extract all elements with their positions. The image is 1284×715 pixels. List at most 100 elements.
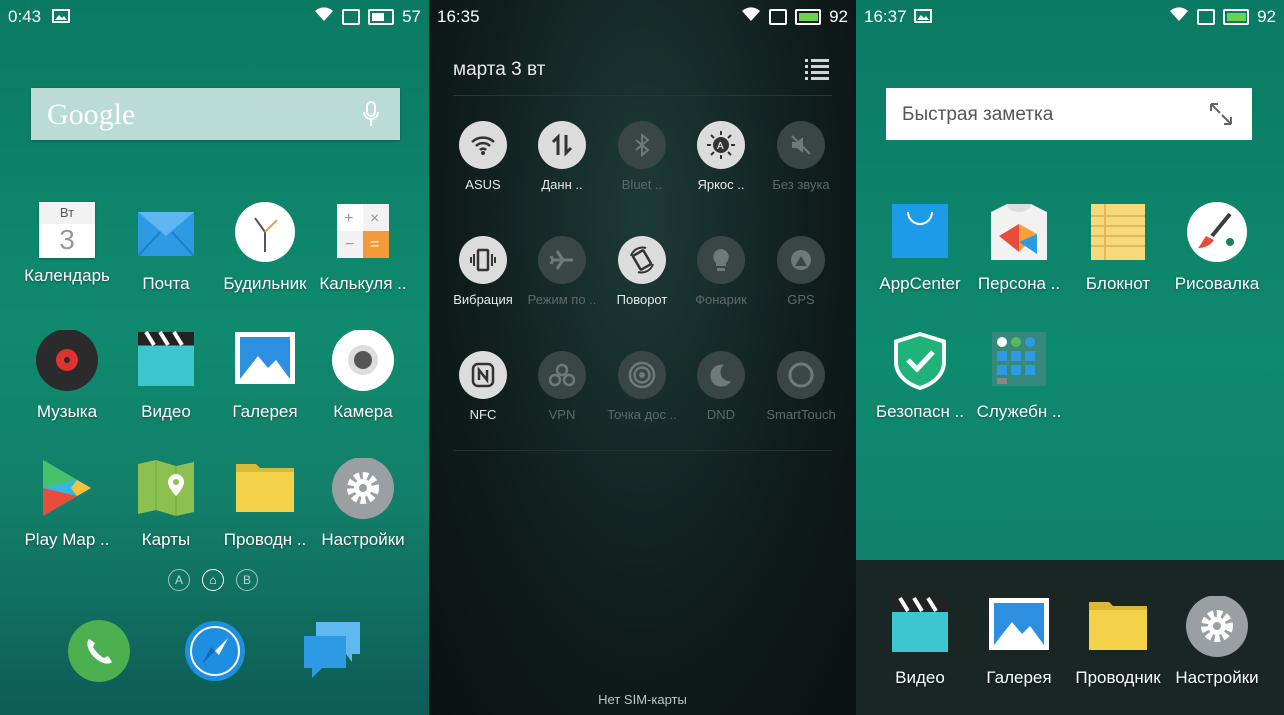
browser-compass-icon[interactable] — [184, 620, 246, 687]
app-security[interactable]: Безопасн .. — [870, 330, 970, 422]
play-store-icon — [35, 458, 99, 522]
app-camera[interactable]: Камера — [313, 329, 413, 422]
dock-gallery[interactable]: Галерея — [969, 596, 1069, 688]
app-maps[interactable]: Карты — [116, 458, 216, 550]
status-time: 0:43 — [8, 7, 42, 26]
shield-check-icon — [888, 330, 952, 394]
page-dot-a[interactable]: A — [168, 569, 190, 591]
paintbrush-icon — [1185, 202, 1249, 266]
wifi-icon — [741, 6, 761, 27]
app-alarm[interactable]: Будильник — [215, 202, 315, 294]
quick-note-placeholder: Быстрая заметка — [902, 104, 1054, 125]
toggle-vpn[interactable]: VPN — [522, 351, 602, 422]
battery-charging-icon — [795, 8, 822, 25]
app-label: Персона .. — [977, 274, 1061, 293]
quick-note-widget[interactable]: Быстрая заметка — [886, 88, 1252, 140]
app-drawing[interactable]: Рисовалка — [1167, 202, 1267, 294]
toggle-bluetooth[interactable]: Bluet .. — [602, 121, 682, 192]
app-notepad[interactable]: Блокнот — [1068, 202, 1168, 294]
app-label: Видео — [895, 668, 945, 687]
toggle-brightness[interactable]: A Яркос .. — [681, 121, 761, 192]
brightness-auto-icon: A — [697, 121, 745, 169]
toggle-silent[interactable]: Без звука — [761, 121, 841, 192]
app-calculator[interactable]: + × − = Калькуля .. — [313, 202, 413, 294]
app-play-market[interactable]: Play Map .. — [17, 458, 117, 550]
toggle-flashlight[interactable]: Фонарик — [681, 236, 761, 307]
app-utilities-folder[interactable]: Служебн .. — [969, 330, 1069, 422]
home-screen-page-2: 16:37 92 Быстрая заметка AppCenter Персо… — [856, 0, 1284, 715]
toggle-label: ASUS — [465, 177, 501, 192]
dock-settings[interactable]: Настройки — [1167, 595, 1267, 688]
battery-level: 57 — [402, 6, 421, 26]
page-dot-b[interactable]: B — [236, 569, 258, 591]
toggle-label: Яркос .. — [697, 177, 745, 192]
status-bar: 16:37 92 — [856, 0, 1284, 32]
bluetooth-icon — [618, 121, 666, 169]
dock-file-manager[interactable]: Проводник — [1068, 596, 1168, 688]
sim-icon — [342, 8, 361, 25]
image-notification-icon — [914, 8, 932, 28]
sim-icon — [1197, 8, 1216, 25]
app-label: AppCenter — [879, 274, 961, 293]
app-appcenter[interactable]: AppCenter — [870, 202, 970, 294]
phone-icon[interactable] — [68, 620, 130, 687]
app-label: Будильник — [223, 274, 307, 293]
toggle-label: Фонарик — [695, 292, 747, 307]
toggle-label: Данн .. — [541, 177, 583, 192]
toggle-label: Вибрация — [453, 292, 513, 307]
app-video[interactable]: Видео — [116, 330, 216, 422]
toggle-rotation[interactable]: Поворот — [602, 236, 682, 307]
google-search-bar[interactable]: Google — [31, 88, 400, 140]
clapperboard-icon — [134, 330, 198, 394]
app-label: Play Map .. — [24, 530, 110, 549]
toggle-wifi[interactable]: ASUS — [443, 121, 523, 192]
toggle-label: SmartTouch — [766, 407, 836, 422]
app-personalization[interactable]: Персона .. — [969, 202, 1069, 294]
app-label: Безопасн .. — [875, 402, 964, 421]
dock: Видео Галерея Проводник Настройки — [856, 560, 1284, 715]
toggle-gps[interactable]: GPS — [761, 236, 841, 307]
app-settings[interactable]: Настройки — [313, 457, 413, 550]
home-screen-panel: 0:43 57 Google Вт 3 Календарь Почта Буди… — [0, 0, 429, 715]
toggle-vibration[interactable]: Вибрация — [443, 236, 523, 307]
toggle-mobile-data[interactable]: Данн .. — [522, 121, 602, 192]
calendar-date: 3 — [59, 224, 75, 255]
svg-text:−: − — [345, 236, 354, 253]
status-bar: 16:35 92 — [429, 0, 856, 32]
expand-icon[interactable] — [1208, 101, 1234, 132]
page-indicator[interactable]: A ⌂ B — [168, 569, 258, 591]
toggle-label: NFC — [469, 407, 497, 422]
toggle-label: Поворот — [616, 292, 668, 307]
app-mail[interactable]: Почта — [116, 202, 216, 294]
app-calendar[interactable]: Вт 3 Календарь — [17, 202, 117, 286]
dock-video[interactable]: Видео — [870, 596, 970, 688]
toggle-label: DND — [706, 407, 736, 422]
toggle-nfc[interactable]: NFC — [443, 351, 523, 422]
speaker-mute-icon — [777, 121, 825, 169]
svg-text:×: × — [370, 210, 379, 227]
messages-icon[interactable] — [302, 620, 364, 685]
toggle-hotspot[interactable]: Точка дос .. — [602, 351, 682, 422]
status-time: 16:37 — [864, 7, 907, 26]
toggle-airplane-mode[interactable]: Режим по .. — [522, 236, 602, 307]
app-label: Почта — [142, 274, 190, 293]
wifi-icon — [459, 121, 507, 169]
toggle-dnd[interactable]: DND — [681, 351, 761, 422]
app-label: Видео — [141, 402, 191, 421]
google-logo: Google — [47, 98, 136, 131]
app-label: Настройки — [321, 530, 405, 549]
vibration-icon — [459, 236, 507, 284]
sim-icon — [769, 8, 788, 25]
toggle-smarttouch[interactable]: SmartTouch — [761, 351, 841, 422]
app-gallery[interactable]: Галерея — [215, 330, 315, 422]
status-bar: 0:43 57 — [0, 0, 429, 32]
microphone-icon[interactable] — [362, 100, 380, 133]
list-menu-icon[interactable] — [805, 58, 829, 85]
calculator-icon: + × − = — [331, 202, 395, 266]
app-file-manager[interactable]: Проводн .. — [215, 458, 315, 550]
app-music[interactable]: Музыка — [17, 329, 117, 422]
no-sim-status: Нет SIM-карты — [598, 692, 687, 707]
nfc-icon — [459, 351, 507, 399]
page-dot-home[interactable]: ⌂ — [202, 569, 224, 591]
wifi-icon — [1169, 6, 1189, 27]
